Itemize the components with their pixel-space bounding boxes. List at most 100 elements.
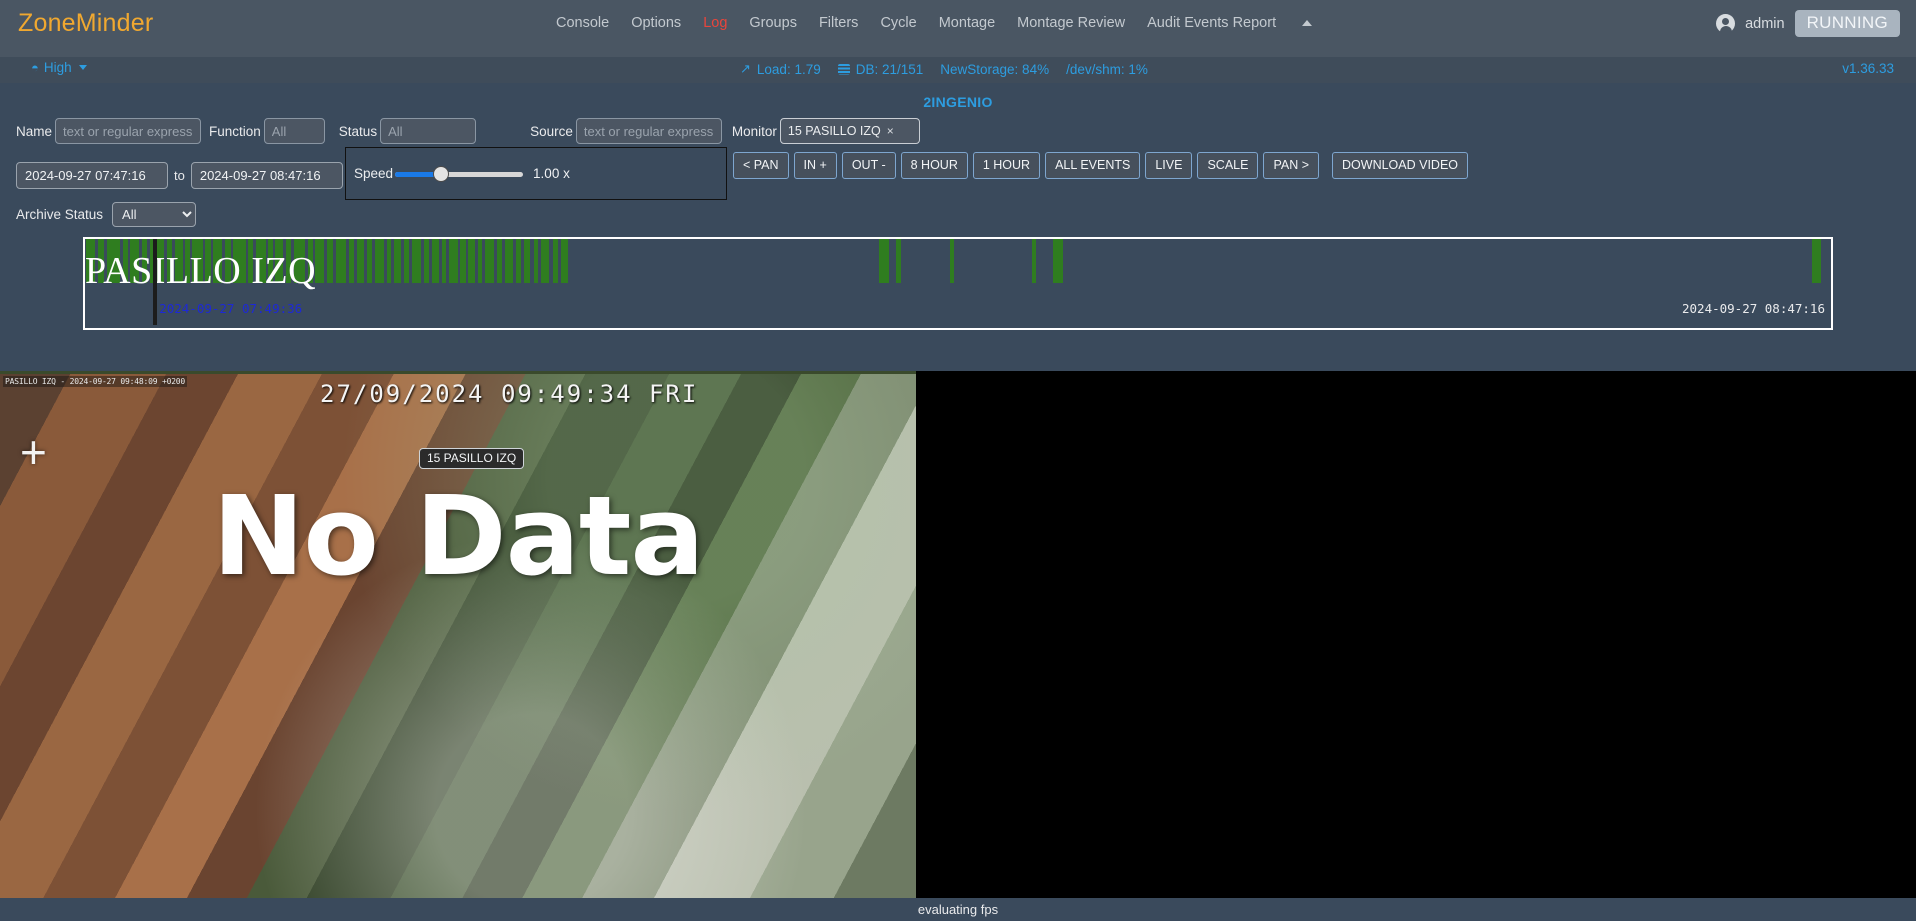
nav-item-options[interactable]: Options xyxy=(631,15,681,31)
username-label[interactable]: admin xyxy=(1745,16,1785,32)
nav-item-filters[interactable]: Filters xyxy=(819,15,858,31)
timeline-cursor[interactable] xyxy=(153,239,158,325)
download-video-button[interactable]: DOWNLOAD VIDEO xyxy=(1332,152,1469,179)
speed-control: Speed 1.00 x xyxy=(345,147,727,200)
app-brand-logo[interactable]: ZoneMinder xyxy=(18,9,153,38)
user-area: admin RUNNING xyxy=(1716,10,1900,37)
from-datetime-input[interactable] xyxy=(16,161,168,189)
timeline-event-bar[interactable] xyxy=(896,239,901,283)
status-input[interactable] xyxy=(380,118,477,144)
timeline-event-bar[interactable] xyxy=(374,239,385,283)
system-info: ↗ Load: 1.79 DB: 21/151 NewStorage: 84% … xyxy=(740,61,1148,77)
playback-button-row: < PAN IN + OUT - 8 HOUR 1 HOUR ALL EVENT… xyxy=(733,152,1469,179)
status-bar: ◓ High ↗ Load: 1.79 DB: 21/151 NewStorag… xyxy=(0,57,1916,83)
main-navigation: Console Options Log Groups Filters Cycle… xyxy=(556,15,1313,31)
system-state-badge[interactable]: RUNNING xyxy=(1794,10,1900,37)
to-datetime-input[interactable] xyxy=(190,161,343,189)
timeline-event-bar[interactable] xyxy=(1032,239,1037,283)
plus-icon[interactable]: + xyxy=(20,429,47,475)
scale-button[interactable]: SCALE xyxy=(1197,152,1259,179)
chevron-up-icon[interactable] xyxy=(1302,20,1313,26)
timeline-event-bar[interactable] xyxy=(477,239,483,283)
source-input[interactable] xyxy=(575,118,722,144)
timeline-event-bar[interactable] xyxy=(423,239,429,283)
timeline-event-bar[interactable] xyxy=(315,239,325,283)
stream-quality-selector[interactable]: ◓ High xyxy=(31,60,87,75)
version-label: v1.36.33 xyxy=(1842,61,1894,76)
timeline-event-bar[interactable] xyxy=(431,239,440,283)
footer-status-text: evaluating fps xyxy=(917,902,999,917)
nav-item-console[interactable]: Console xyxy=(556,15,609,31)
timeline-event-bar[interactable] xyxy=(449,239,458,283)
source-label: Source xyxy=(530,123,573,139)
timeline-event-bar[interactable] xyxy=(403,239,409,283)
camera-view[interactable]: PASILLO IZQ - 2024-09-27 09:48:09 +0200 … xyxy=(0,371,916,901)
timeline-event-bar[interactable] xyxy=(394,239,401,283)
range-8-hour-button[interactable]: 8 HOUR xyxy=(900,152,968,179)
timeline-event-bar[interactable] xyxy=(552,239,559,283)
nav-item-groups[interactable]: Groups xyxy=(749,15,797,31)
timeline-event-bar[interactable] xyxy=(387,239,392,283)
database-icon xyxy=(837,63,850,75)
timeline-event-bar[interactable] xyxy=(468,239,476,283)
timeline-event-bar[interactable] xyxy=(348,239,354,283)
timeline-event-bar[interactable] xyxy=(879,239,890,283)
archive-status-label: Archive Status xyxy=(16,207,104,222)
group-title: 2INGENIO xyxy=(0,83,1916,110)
monitor-select[interactable]: 15 PASILLO IZQ × xyxy=(779,118,920,144)
timeline-event-bars[interactable] xyxy=(85,239,1831,283)
nav-item-montage[interactable]: Montage xyxy=(939,15,995,31)
archive-status-select[interactable]: All xyxy=(112,202,197,227)
all-events-button[interactable]: ALL EVENTS xyxy=(1045,152,1141,179)
timeline-event-bar[interactable] xyxy=(516,239,522,283)
slider-knob[interactable] xyxy=(432,165,449,182)
timeline-event-bar[interactable] xyxy=(411,239,422,283)
timeline-event-bar[interactable] xyxy=(335,239,347,283)
timeline-event-bar[interactable] xyxy=(460,239,466,283)
status-footer: evaluating fps xyxy=(0,898,1916,921)
name-input[interactable] xyxy=(55,118,202,144)
stream-quality-label: High xyxy=(43,60,72,75)
timeline-event-bar[interactable] xyxy=(484,239,495,283)
zoom-in-button[interactable]: IN + xyxy=(793,152,837,179)
monitor-name-badge[interactable]: 15 PASILLO IZQ xyxy=(419,448,525,469)
no-data-overlay: No Data xyxy=(212,472,704,600)
timeline-event-bar[interactable] xyxy=(560,239,568,283)
function-input[interactable] xyxy=(263,118,325,144)
timeline-event-bar[interactable] xyxy=(442,239,447,283)
pan-right-button[interactable]: PAN > xyxy=(1263,152,1320,179)
camera-stamp-timestamp: 27/09/2024 09:49:34 FRI xyxy=(320,380,699,408)
nav-item-cycle[interactable]: Cycle xyxy=(880,15,916,31)
timeline-event-bar[interactable] xyxy=(950,239,954,283)
monitor-label: Monitor xyxy=(731,123,777,139)
filter-row-primary: Name Function Status Source Monitor 15 P… xyxy=(0,118,1916,144)
timeline-event-bar[interactable] xyxy=(533,239,539,283)
nav-item-audit-events-report[interactable]: Audit Events Report xyxy=(1147,15,1276,31)
load-label: Load: 1.79 xyxy=(756,61,821,77)
monitor-chip[interactable]: 15 PASILLO IZQ × xyxy=(784,122,897,140)
timeline-event-bar[interactable] xyxy=(1053,239,1063,283)
nav-item-log[interactable]: Log xyxy=(703,15,727,31)
speed-slider[interactable] xyxy=(395,164,524,184)
live-button[interactable]: LIVE xyxy=(1145,152,1193,179)
load-chip: ↗ Load: 1.79 xyxy=(740,61,821,77)
pan-left-button[interactable]: < PAN xyxy=(733,152,789,179)
zoom-out-button[interactable]: OUT - xyxy=(841,152,896,179)
status-label: Status xyxy=(338,123,378,139)
timeline-event-bar[interactable] xyxy=(497,239,503,283)
timeline-event-bar[interactable] xyxy=(524,239,531,283)
timeline[interactable]: PASILLO IZQ 2024-09-27 07:49:36 2024-09-… xyxy=(83,237,1833,330)
trend-up-icon: ↗ xyxy=(740,61,751,76)
timeline-event-bar[interactable] xyxy=(504,239,513,283)
nav-item-montage-review[interactable]: Montage Review xyxy=(1017,15,1125,31)
timeline-event-bar[interactable] xyxy=(1811,239,1821,283)
video-area: PASILLO IZQ - 2024-09-27 09:48:09 +0200 … xyxy=(0,371,1916,901)
timeline-event-bar[interactable] xyxy=(366,239,373,283)
timeline-event-bar[interactable] xyxy=(356,239,365,283)
close-icon[interactable]: × xyxy=(887,124,894,138)
db-chip: DB: 21/151 xyxy=(837,61,924,77)
range-1-hour-button[interactable]: 1 HOUR xyxy=(972,152,1041,179)
timeline-event-bar[interactable] xyxy=(326,239,333,283)
timeline-event-bar[interactable] xyxy=(540,239,550,283)
db-label: DB: 21/151 xyxy=(855,61,924,77)
